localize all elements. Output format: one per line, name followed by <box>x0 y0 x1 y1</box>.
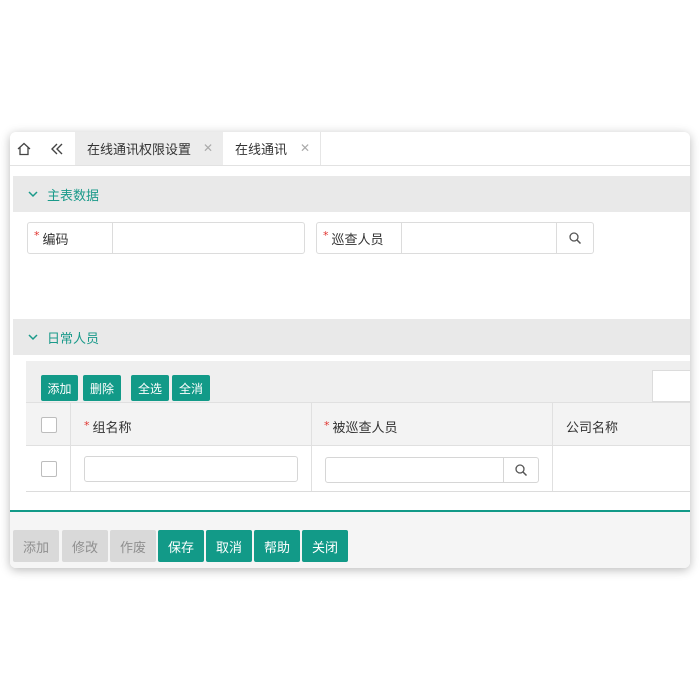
content-area: 主表数据 * 编码 * 巡查人员 日常人员 添加 删除 全选 全消 * 组名称 … <box>10 166 690 508</box>
code-label: * 编码 <box>28 223 113 253</box>
cancel-button[interactable]: 取消 <box>206 530 252 562</box>
group-name-input[interactable] <box>84 456 298 482</box>
column-header-company: 公司名称 <box>566 421 619 436</box>
section-title: 日常人员 <box>47 331 100 347</box>
select-all-button[interactable]: 全选 <box>131 375 169 401</box>
edit-button[interactable]: 修改 <box>62 530 108 562</box>
grid-toolbar <box>26 361 690 402</box>
inspector-field: * 巡查人员 <box>316 222 594 254</box>
tab-online-chat[interactable]: 在线通讯 ✕ <box>223 132 321 165</box>
close-icon[interactable]: ✕ <box>203 141 213 155</box>
inspector-label: * 巡查人员 <box>317 223 402 253</box>
app-window: 在线通讯权限设置 ✕ 在线通讯 ✕ 主表数据 * 编码 * 巡查人员 日常人员 … <box>10 132 690 568</box>
section-header-daily[interactable]: 日常人员 <box>13 319 690 355</box>
bottom-toolbar: 添加 修改 作废 保存 取消 帮助 关闭 <box>10 512 690 568</box>
tab-label: 在线通讯 <box>235 143 288 158</box>
collapse-tabs-button[interactable] <box>43 132 71 165</box>
deselect-all-button[interactable]: 全消 <box>172 375 210 401</box>
close-icon[interactable]: ✕ <box>300 141 310 155</box>
double-chevron-left-icon <box>51 143 63 154</box>
table-row <box>26 446 690 492</box>
home-icon <box>17 142 31 155</box>
grid-delete-button[interactable]: 删除 <box>83 375 121 401</box>
section-header-main[interactable]: 主表数据 <box>13 176 690 212</box>
search-icon <box>569 232 582 245</box>
chevron-down-icon <box>27 331 39 343</box>
grid-search-input[interactable] <box>652 370 690 402</box>
add-button[interactable]: 添加 <box>13 530 59 562</box>
grid-add-button[interactable]: 添加 <box>41 375 78 401</box>
row-checkbox[interactable] <box>41 461 57 477</box>
save-button[interactable]: 保存 <box>158 530 204 562</box>
grid-header: * 组名称 * 被巡查人员 公司名称 <box>26 402 690 446</box>
inspected-person-search-button[interactable] <box>503 457 539 483</box>
inspector-search-button[interactable] <box>556 223 593 253</box>
home-button[interactable] <box>10 132 38 165</box>
close-button[interactable]: 关闭 <box>302 530 348 562</box>
code-input[interactable] <box>113 223 304 253</box>
code-field: * 编码 <box>27 222 305 254</box>
column-header-inspected-person: * 被巡查人员 <box>324 419 398 436</box>
inspected-person-input[interactable] <box>325 457 505 483</box>
search-icon <box>515 464 528 477</box>
select-all-checkbox[interactable] <box>41 417 57 433</box>
void-button[interactable]: 作废 <box>110 530 156 562</box>
help-button[interactable]: 帮助 <box>254 530 300 562</box>
tab-bar: 在线通讯权限设置 ✕ 在线通讯 ✕ <box>10 132 690 166</box>
tab-label: 在线通讯权限设置 <box>87 143 192 158</box>
column-header-group-name: * 组名称 <box>84 419 132 436</box>
section-title: 主表数据 <box>47 188 100 204</box>
inspector-input[interactable] <box>402 223 556 253</box>
tab-permission-settings[interactable]: 在线通讯权限设置 ✕ <box>75 132 223 165</box>
chevron-down-icon <box>27 188 39 200</box>
